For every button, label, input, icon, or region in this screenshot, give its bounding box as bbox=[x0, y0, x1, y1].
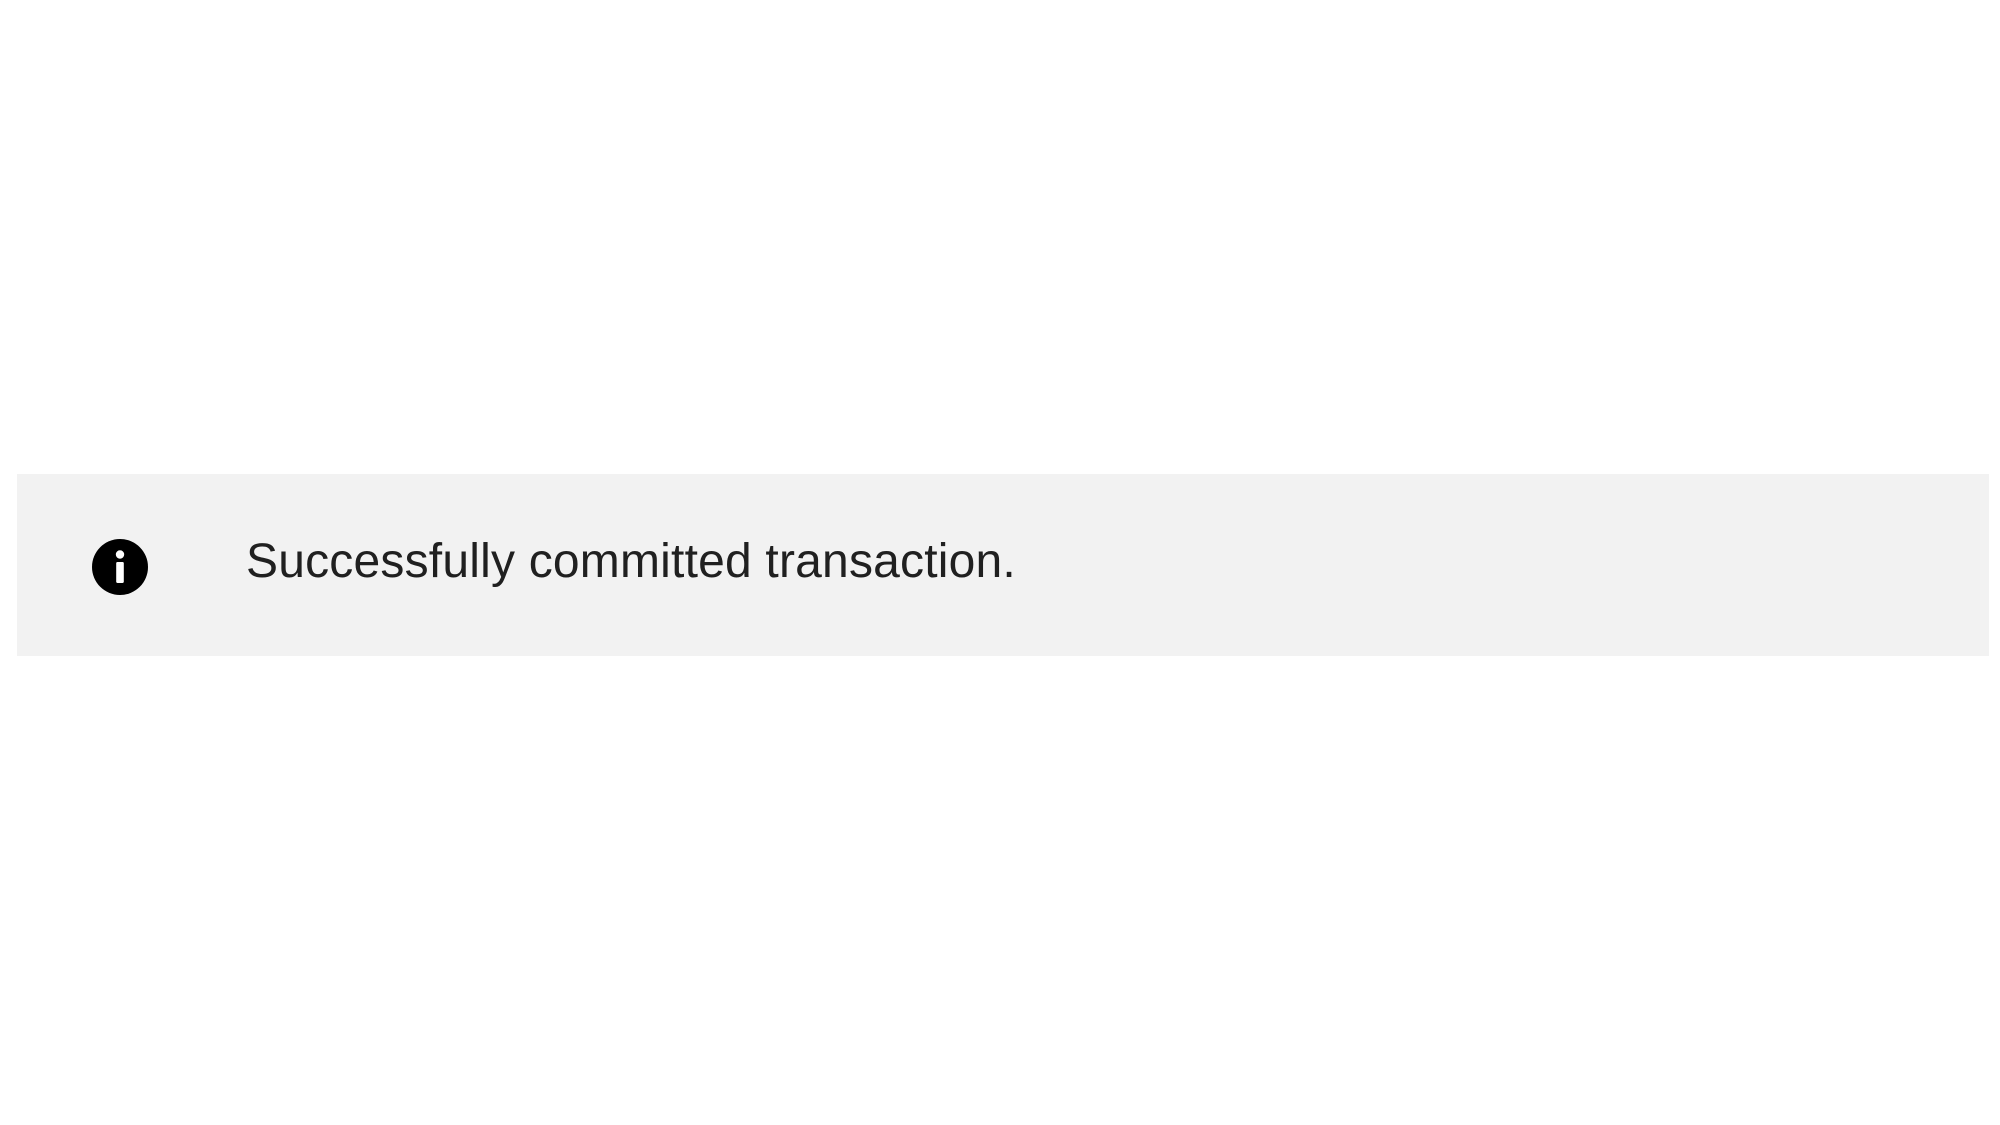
info-icon bbox=[92, 539, 148, 595]
notification-message: Successfully committed transaction. bbox=[246, 535, 1016, 588]
